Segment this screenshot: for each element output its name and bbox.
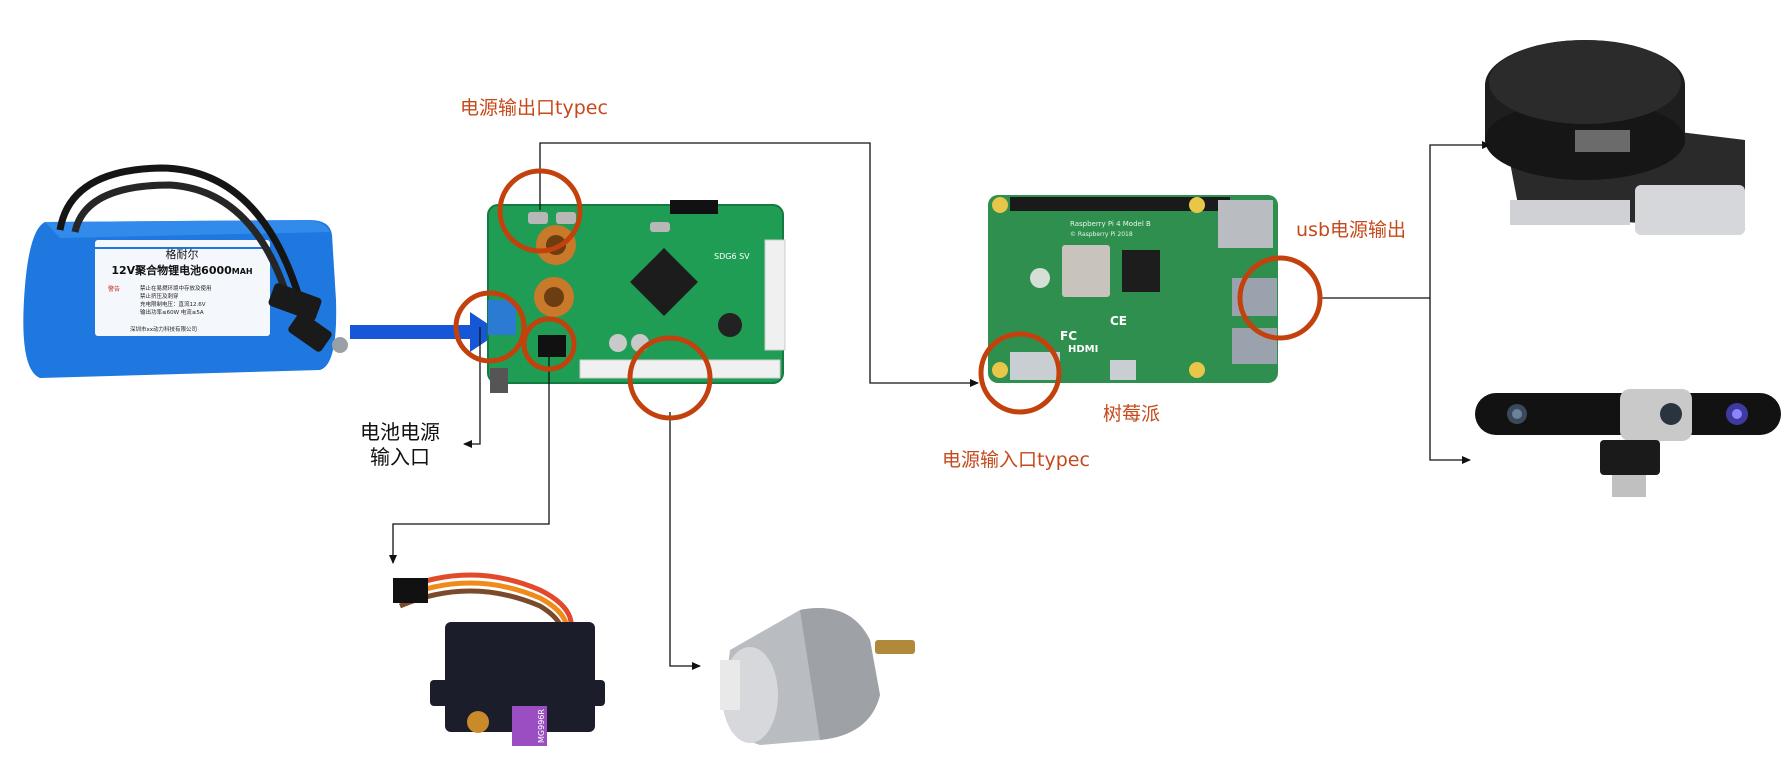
blue-arrow-icon [350, 312, 500, 352]
pi-fc-text: FC [1060, 329, 1077, 343]
depth-camera-image [1475, 389, 1781, 497]
battery-image: 格耐尔 12V聚合物锂电池6000MAH 警告 禁止在易燃环境中存放及使用 禁止… [23, 164, 348, 378]
board-silk: SDG6 SV [714, 252, 750, 261]
line-to-lidar [1429, 141, 1491, 298]
label-raspberry-pi: 树莓派 [1103, 403, 1161, 425]
wiring-diagram: 格耐尔 12V聚合物锂电池6000MAH 警告 禁止在易燃环境中存放及使用 禁止… [0, 0, 1792, 754]
battery-maker: 深圳市xx动力科技有限公司 [130, 325, 197, 333]
battery-warn: 警告 [108, 285, 120, 293]
battery-note-2: 充电限制电压：直流12.6V [140, 300, 206, 308]
pi-silk-1: Raspberry Pi 4 Model B [1070, 220, 1151, 228]
pi-hdmi-text: HDMI [1068, 344, 1098, 355]
lidar-image [1485, 40, 1745, 235]
gear-motor-image [720, 608, 915, 745]
raspberry-pi-image: Raspberry Pi 4 Model B © Raspberry Pi 20… [988, 195, 1278, 383]
battery-note-3: 输出功率≤60W 电流≤5A [140, 308, 204, 316]
servo-image: MG996R [393, 572, 605, 746]
battery-title: 12V聚合物锂电池6000 [111, 263, 232, 277]
line-to-motor [669, 412, 701, 670]
pi-ce-text: CE [1110, 314, 1127, 328]
label-battery-input: 电池电源 输入口 [360, 420, 440, 469]
line-to-camera [1429, 298, 1471, 464]
label-power-out-typec: 电源输出口typec [460, 97, 608, 119]
svg-text:12V聚合物锂电池6000MAH: 12V聚合物锂电池6000MAH [111, 263, 252, 277]
battery-note-1: 禁止挤压及刺穿 [140, 292, 179, 300]
label-power-in-typec: 电源输入口typec [942, 449, 1090, 471]
label-usb-power-out: usb电源输出 [1296, 219, 1407, 241]
battery-unit: MAH [232, 267, 253, 276]
battery-brand: 格耐尔 [166, 247, 199, 261]
pi-silk-2: © Raspberry Pi 2018 [1070, 231, 1133, 238]
servo-model: MG996R [537, 709, 546, 743]
battery-note-0: 禁止在易燃环境中存放及使用 [140, 284, 212, 292]
